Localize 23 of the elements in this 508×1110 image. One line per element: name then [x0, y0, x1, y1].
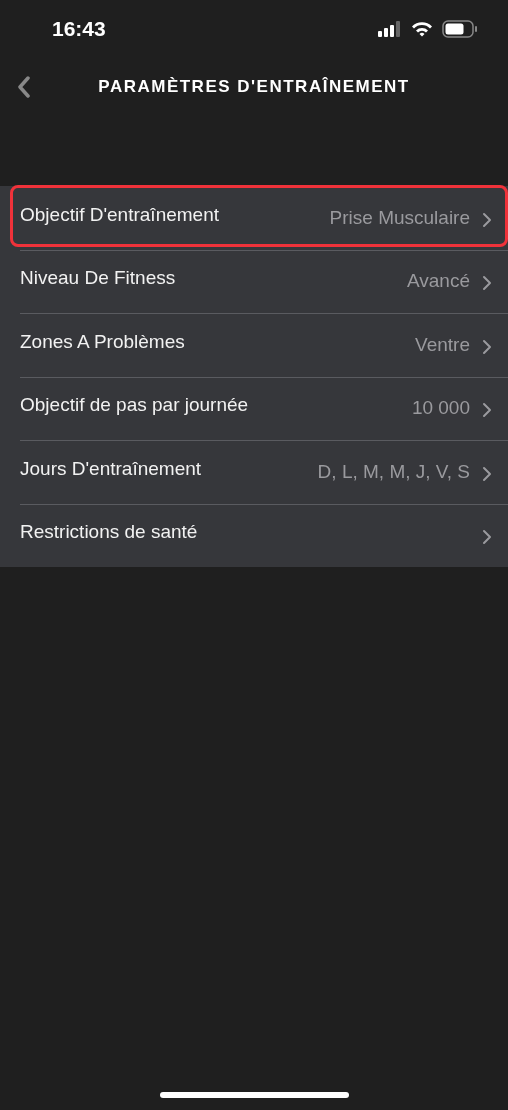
- chevron-right-icon: [482, 402, 492, 419]
- setting-label: Niveau De Fitness: [20, 266, 176, 290]
- setting-label: Objectif D'entraînement: [20, 202, 219, 227]
- chevron-right-icon: [482, 275, 492, 292]
- chevron-right-icon: [482, 465, 492, 482]
- chevron-right-icon: [482, 529, 492, 546]
- chevron-right-icon: [482, 338, 492, 355]
- setting-value: Avancé: [406, 269, 470, 293]
- status-time: 16:43: [52, 16, 106, 43]
- setting-label: Zones A Problèmes: [20, 329, 185, 354]
- setting-label: Restrictions de santé: [20, 520, 198, 544]
- chevron-right-icon: [482, 211, 492, 228]
- signal-icon: [378, 21, 402, 37]
- battery-icon: [442, 20, 478, 38]
- setting-value: 10 000: [411, 396, 470, 420]
- back-chevron-icon: [17, 76, 31, 98]
- setting-value: Prise Musculaire: [329, 205, 470, 230]
- setting-label: Objectif de pas par journée: [20, 393, 249, 417]
- setting-label: Jours D'entraînement: [20, 456, 202, 481]
- wifi-icon: [411, 21, 433, 37]
- setting-value: Ventre: [415, 332, 470, 357]
- setting-value: D, L, M, M, J, V, S: [317, 459, 470, 484]
- screen-title: PARAMÈTRES D'ENTRAÎNEMENT: [98, 76, 410, 99]
